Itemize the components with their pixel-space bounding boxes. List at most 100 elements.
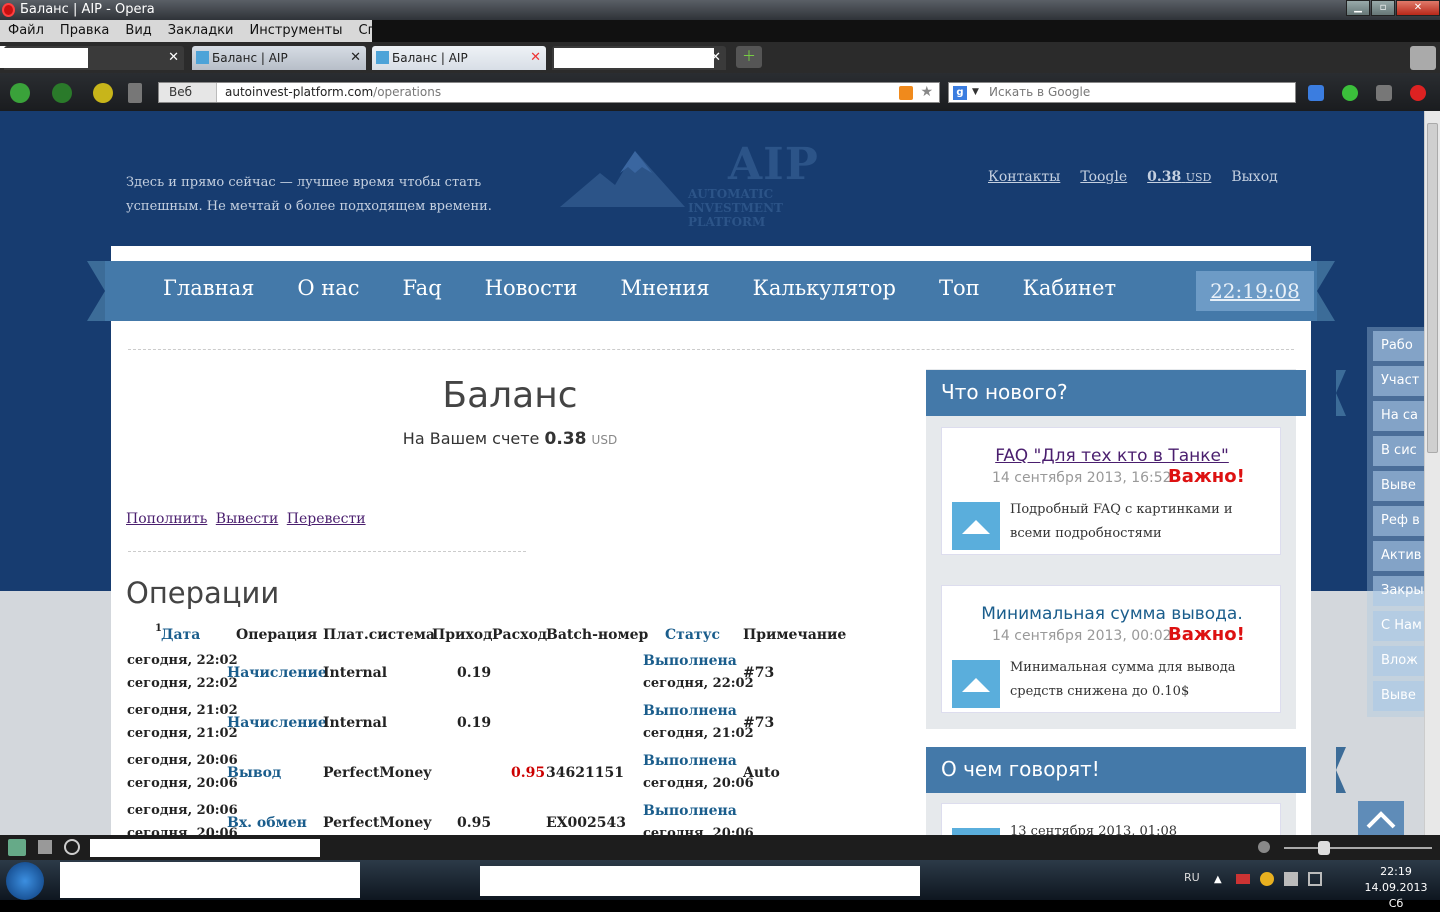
zoom-slider-thumb[interactable]	[1318, 841, 1330, 855]
transfer-link[interactable]: Перевести	[287, 511, 366, 527]
talk-thumbnail-icon[interactable]	[952, 828, 1000, 835]
back-arrow-icon[interactable]	[10, 83, 30, 103]
close-window-button[interactable]: ✕	[1396, 0, 1440, 16]
server-clock[interactable]: 22:19:08	[1196, 271, 1314, 311]
toogle-link[interactable]: Toogle	[1080, 169, 1127, 185]
menu-news[interactable]: Новости	[485, 276, 578, 300]
header-status[interactable]: Статус	[665, 627, 720, 643]
web-badge[interactable]: Веб	[159, 83, 217, 102]
search-field[interactable]: g ▼ Искать в Google	[948, 82, 1296, 103]
zoom-icon[interactable]	[1258, 841, 1270, 853]
menu-view[interactable]: Вид	[125, 20, 151, 42]
site-logo[interactable]: AIP AUTOMATIC INVESTMENT PLATFORM	[560, 139, 860, 229]
stats-icon[interactable]	[1376, 85, 1392, 101]
clock-icon[interactable]	[64, 839, 80, 855]
side-tab[interactable]: Закры	[1373, 576, 1424, 606]
news-thumbnail-icon[interactable]	[952, 660, 1000, 708]
menubar: Файл Правка Вид Закладки Инструменты Спр…	[0, 20, 416, 42]
magnifier-icon[interactable]	[1342, 85, 1358, 101]
side-tab[interactable]: Актив	[1373, 541, 1424, 571]
new-tab-button[interactable]: ＋	[736, 46, 762, 68]
side-tab[interactable]: Выве	[1373, 471, 1424, 501]
scroll-to-top-button[interactable]	[1358, 801, 1404, 835]
tab-balance-2[interactable]: Баланс | AIP ✕	[372, 46, 546, 70]
side-tab[interactable]: Реф в	[1373, 506, 1424, 536]
withdraw-link[interactable]: Вывести	[216, 511, 279, 527]
power-icon[interactable]	[1410, 85, 1426, 101]
menu-faq[interactable]: Faq	[403, 276, 442, 300]
mountain-logo-icon	[560, 151, 685, 207]
side-tab[interactable]: Выве	[1373, 681, 1424, 711]
tray-app-icon[interactable]	[1260, 872, 1274, 886]
news-card: Минимальная сумма вывода. 14 сентября 20…	[941, 585, 1281, 713]
balance-link[interactable]: 0.38 USD	[1147, 169, 1211, 185]
menu-bookmarks[interactable]: Закладки	[168, 20, 234, 42]
volume-icon[interactable]	[1284, 872, 1298, 886]
row-operation-link[interactable]: Начисление	[227, 665, 327, 681]
search-engine-dropdown-icon[interactable]: ▼	[972, 83, 979, 102]
tab-close-icon[interactable]: ✕	[350, 46, 361, 70]
row-operation-link[interactable]: Вывод	[227, 765, 281, 781]
menu-calculator[interactable]: Калькулятор	[753, 276, 896, 300]
panels-icon[interactable]	[8, 839, 26, 856]
news-title-link[interactable]: FAQ "Для тех кто в Танке"	[942, 446, 1282, 466]
news-title-link[interactable]: Минимальная сумма вывода.	[942, 604, 1282, 624]
menu-about[interactable]: О нас	[297, 276, 359, 300]
side-tab[interactable]: В сис	[1373, 436, 1424, 466]
flag-icon[interactable]	[1236, 874, 1250, 884]
row-note: Auto	[743, 765, 780, 781]
address-bar[interactable]: Веб autoinvest-platform.com/operations ★	[158, 82, 940, 103]
translate-icon[interactable]	[1308, 85, 1324, 101]
zoom-slider[interactable]	[1284, 847, 1432, 849]
bookmark-star-icon[interactable]: ★	[920, 83, 933, 102]
tab-close-icon[interactable]: ✕	[168, 46, 179, 70]
side-tab[interactable]: Участ	[1373, 366, 1424, 396]
tab-balance-1[interactable]: Баланс | AIP ✕	[192, 46, 366, 70]
menu-home[interactable]: Главная	[163, 276, 254, 300]
news-thumbnail-icon[interactable]	[952, 502, 1000, 550]
tab-menu-button[interactable]	[1410, 46, 1436, 70]
scrollbar-thumb[interactable]	[1427, 123, 1438, 453]
wand-icon[interactable]	[128, 83, 142, 103]
side-tab[interactable]: Влож	[1373, 646, 1424, 676]
reload-icon[interactable]	[93, 83, 113, 103]
google-icon[interactable]: g	[953, 86, 967, 100]
operations-title: Операции	[126, 576, 280, 610]
vertical-scrollbar[interactable]	[1424, 111, 1440, 835]
network-icon[interactable]	[1308, 872, 1322, 886]
row-status-date: сегодня, 20:06	[643, 776, 754, 791]
menu-cabinet[interactable]: Кабинет	[1023, 276, 1116, 300]
rss-feed-icon[interactable]	[899, 86, 913, 100]
menu-file[interactable]: Файл	[8, 20, 44, 42]
side-tab[interactable]: С Нам	[1373, 611, 1424, 641]
deposit-link[interactable]: Пополнить	[126, 511, 207, 527]
tab-close-icon[interactable]: ✕	[530, 46, 541, 70]
row-status: Выполнена	[643, 703, 737, 719]
site-favicon-icon	[376, 51, 389, 64]
forward-arrow-icon[interactable]	[52, 83, 72, 103]
start-button[interactable]	[6, 862, 44, 900]
menu-top[interactable]: Топ	[939, 276, 980, 300]
menu-tools[interactable]: Инструменты	[249, 20, 342, 42]
system-clock[interactable]: 22:19 14.09.2013 Сб	[1356, 860, 1436, 912]
tray-expand-icon[interactable]: ▲	[1214, 874, 1222, 885]
logo-subtitle: AUTOMATIC INVESTMENT PLATFORM	[688, 187, 783, 229]
language-indicator[interactable]: RU	[1184, 871, 1200, 884]
contacts-link[interactable]: Контакты	[988, 169, 1060, 185]
side-tab[interactable]: Рабо	[1373, 331, 1424, 361]
address-url[interactable]: autoinvest-platform.com/operations	[225, 83, 441, 102]
menu-opinions[interactable]: Мнения	[620, 276, 709, 300]
row-operation-link[interactable]: Вх. обмен	[227, 815, 307, 831]
row-status-date: сегодня, 20:06	[643, 826, 754, 835]
tabs-icon[interactable]	[38, 840, 52, 854]
logout-link[interactable]: Выход	[1231, 169, 1277, 185]
main-menu: Главная О нас Faq Новости Мнения Калькул…	[87, 261, 1335, 321]
header-date[interactable]: Дата	[161, 627, 200, 643]
side-tab[interactable]: На са	[1373, 401, 1424, 431]
news-header-notch	[1336, 370, 1346, 416]
maximize-button[interactable]: ▫	[1371, 0, 1395, 16]
menu-edit[interactable]: Правка	[60, 20, 109, 42]
row-date: сегодня, 20:06	[127, 803, 238, 818]
row-operation-link[interactable]: Начисление	[227, 715, 327, 731]
minimize-button[interactable]: ▁	[1346, 0, 1370, 16]
